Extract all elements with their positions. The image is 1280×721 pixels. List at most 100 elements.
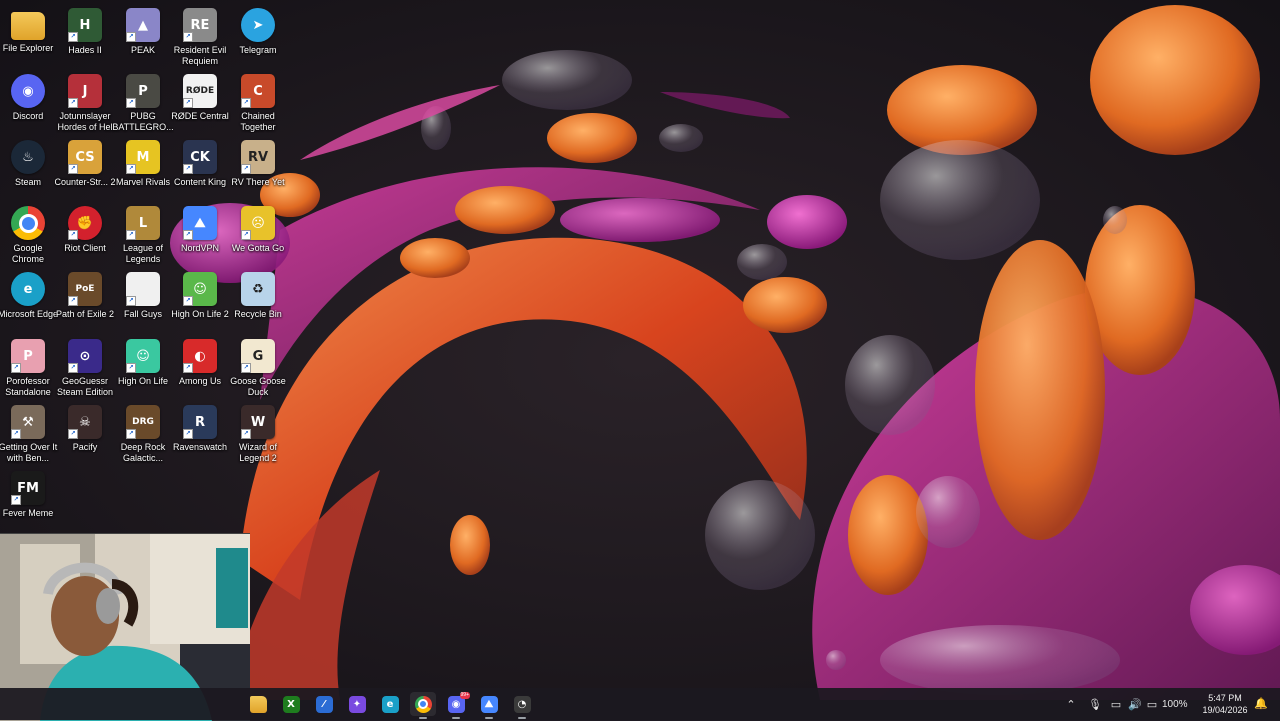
goose-goose-duck-icon: G ↗ (241, 339, 275, 373)
counter-strike-icon: CS ↗ (68, 140, 102, 174)
desktop-icon-discord[interactable]: ◉ Discord (0, 70, 57, 134)
taskbar-app-obs[interactable]: ◔ (509, 692, 535, 719)
shortcut-arrow-icon: ↗ (11, 495, 21, 505)
nordvpn-taskbar-icon: ⛰ (480, 695, 498, 713)
high-on-life-2-icon: ☺ ↗ (183, 272, 217, 306)
volume-icon[interactable]: 🔊 (1126, 698, 1144, 711)
nordvpn-icon: ⛰ ↗ (183, 206, 217, 240)
desktop-icon-goose-goose-duck[interactable]: G ↗ Goose Goose Duck (229, 335, 287, 399)
fever-meme-icon: FM ↗ (11, 471, 45, 505)
taskbar-app-edge[interactable]: e (377, 692, 403, 716)
chained-together-icon: C ↗ (241, 74, 275, 108)
shortcut-arrow-icon: ↗ (68, 98, 78, 108)
desktop-icon-pubg[interactable]: P ↗ PUBG BATTLEGRO... (112, 70, 174, 134)
taskbar-app-xbox[interactable]: X (278, 692, 304, 716)
wizard-of-legend-icon: W ↗ (241, 405, 275, 439)
desktop-icon-fall-guys[interactable]: ↗ Fall Guys (114, 268, 172, 332)
desktop-icon-grid: File Explorer H ↗ Hades II ▲ ↗ PEAK RE ↗ Resident… (0, 0, 290, 530)
desktop-icon-peak[interactable]: ▲ ↗ PEAK (114, 4, 172, 68)
desktop-icon-chrome[interactable]: Google Chrome (0, 202, 57, 266)
edge-taskbar-icon: e (381, 695, 399, 713)
desktop-icon-high-on-life[interactable]: ☺ ↗ High On Life (114, 335, 172, 399)
desktop-icon-deep-rock-galactic[interactable]: DRG ↗ Deep Rock Galactic... (114, 401, 172, 465)
league-of-legends-icon: L ↗ (126, 206, 160, 240)
desktop-icon-hades[interactable]: H ↗ Hades II (56, 4, 114, 68)
desktop-icon-label: Ravenswatch (172, 442, 228, 452)
chevron-up-icon[interactable]: ⌃ (1062, 698, 1080, 711)
desktop-icon-label: Recycle Bin (234, 309, 282, 319)
shortcut-arrow-icon: ↗ (126, 296, 136, 306)
taskbar-app-discord[interactable]: ◉ 99+ (443, 692, 470, 719)
among-us-icon: ◐ ↗ (183, 339, 217, 373)
battery-icon[interactable]: ▭ (1144, 698, 1160, 711)
taskbar-app-nordvpn[interactable]: ⛰ (476, 692, 502, 719)
geoguessr-icon: ⊙ ↗ (68, 339, 102, 373)
desktop-icon-edge[interactable]: e Microsoft Edge (0, 268, 58, 332)
telegram-icon: ➤ (241, 8, 275, 42)
taskbar-app-file-explorer[interactable] (245, 692, 271, 716)
taskbar-app-visual-studio[interactable]: ⁄ (311, 692, 337, 716)
desktop-icon-wizard-of-legend[interactable]: W ↗ Wizard of Legend 2 (229, 401, 287, 465)
microphone-icon[interactable]: 🎙 (1084, 698, 1106, 711)
rv-there-yet-icon: RV ↗ (241, 140, 275, 174)
copilot-taskbar-icon: ✦ (348, 695, 366, 713)
desktop-icon-folder[interactable]: File Explorer (0, 4, 57, 68)
shortcut-arrow-icon: ↗ (68, 164, 78, 174)
desktop-icon-fever-meme[interactable]: FM ↗ Fever Meme (0, 467, 57, 531)
desktop-icon-label: RV There Yet (231, 177, 285, 187)
jotunnslayer-icon: J ↗ (68, 74, 102, 108)
shortcut-arrow-icon: ↗ (183, 98, 193, 108)
marvel-rivals-icon: M ↗ (126, 140, 160, 174)
desktop-icon-label: Fever Meme (2, 508, 54, 518)
desktop-icon-steam[interactable]: ♨ Steam (0, 136, 57, 200)
network-icon[interactable]: ▭ (1106, 698, 1126, 711)
desktop-icon-content-king[interactable]: CK ↗ Content King (171, 136, 229, 200)
desktop-icon-nordvpn[interactable]: ⛰ ↗ NordVPN (171, 202, 229, 266)
desktop-icon-we-gotta-go[interactable]: ☹ ↗ We Gotta Go (229, 202, 287, 266)
desktop-icon-chained-together[interactable]: C ↗ Chained Together (229, 70, 287, 134)
desktop-icon-resident-evil[interactable]: RE ↗ Resident Evil Requiem (171, 4, 229, 68)
deep-rock-galactic-icon: DRG ↗ (126, 405, 160, 439)
desktop-icon-among-us[interactable]: ◐ ↗ Among Us (171, 335, 229, 399)
desktop-icon-telegram[interactable]: ➤ Telegram (229, 4, 287, 68)
shortcut-arrow-icon: ↗ (183, 230, 193, 240)
pacify-icon: ☠ ↗ (68, 405, 102, 439)
desktop-icon-label: Getting Over It with Ben... (0, 442, 58, 463)
desktop-icon-getting-over-it[interactable]: ⚒ ↗ Getting Over It with Ben... (0, 401, 57, 465)
desktop-icon-pacify[interactable]: ☠ ↗ Pacify (56, 401, 114, 465)
desktop-icon-label: Chained Together (240, 111, 276, 132)
file-explorer-taskbar-icon (249, 695, 267, 713)
desktop-icon-geoguessr[interactable]: ⊙ ↗ GeoGuessr Steam Edition (56, 335, 114, 399)
desktop-icon-league-of-legends[interactable]: L ↗ League of Legends (114, 202, 172, 266)
desktop-icon-label: We Gotta Go (231, 243, 285, 253)
desktop-icon-rode[interactable]: RØDE ↗ RØDE Central (171, 70, 229, 134)
desktop-icon-path-of-exile[interactable]: PoE ↗ Path of Exile 2 (56, 268, 114, 332)
recycle-bin-icon: ♻ (241, 272, 275, 306)
desktop-icon-recycle-bin[interactable]: ♻ Recycle Bin (229, 268, 287, 332)
system-clock[interactable]: 5:47 PM 19/04/2026 (1198, 692, 1252, 716)
chrome-taskbar-icon (414, 695, 432, 713)
desktop-icon-label: Google Chrome (11, 243, 44, 264)
desktop-icon-porofessor[interactable]: P ↗ Porofessor Standalone (0, 335, 57, 399)
battery-percentage: 100% (1162, 698, 1188, 710)
desktop-icon-high-on-life-2[interactable]: ☺ ↗ High On Life 2 (171, 268, 229, 332)
shortcut-arrow-icon: ↗ (183, 296, 193, 306)
desktop-icon-ravenswatch[interactable]: R ↗ Ravenswatch (171, 401, 229, 465)
taskbar-app-chrome[interactable] (410, 692, 436, 719)
system-tray: ⌃ 🎙 ▭ 🔊 ▭ 100% (1062, 688, 1188, 720)
desktop-icon-riot-client[interactable]: ✊ ↗ Riot Client (56, 202, 114, 266)
taskbar-app-copilot[interactable]: ✦ (344, 692, 370, 716)
desktop-icon-label: Hades II (68, 45, 102, 55)
desktop-icon-counter-strike[interactable]: CS ↗ Counter-Str... 2 (54, 136, 116, 200)
desktop-icon-jotunnslayer[interactable]: J ↗ Jotunnslayer Hordes of Hel (56, 70, 114, 134)
ravenswatch-icon: R ↗ (183, 405, 217, 439)
obs-taskbar-icon: ◔ (513, 695, 531, 713)
desktop-icon-rv-there-yet[interactable]: RV ↗ RV There Yet (229, 136, 287, 200)
notification-bell-icon[interactable]: 🔔 (1254, 697, 1268, 710)
desktop-icon-marvel-rivals[interactable]: M ↗ Marvel Rivals (114, 136, 172, 200)
shortcut-arrow-icon: ↗ (68, 296, 78, 306)
shortcut-arrow-icon: ↗ (68, 429, 78, 439)
desktop-icon-label: Telegram (239, 45, 277, 55)
shortcut-arrow-icon: ↗ (241, 98, 251, 108)
shortcut-arrow-icon: ↗ (183, 164, 193, 174)
